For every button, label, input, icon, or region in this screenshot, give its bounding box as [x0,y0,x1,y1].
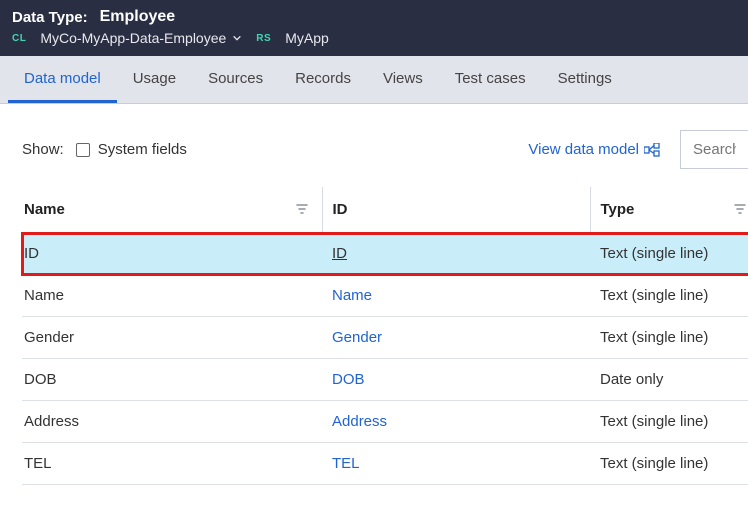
tab-views[interactable]: Views [367,56,439,103]
table-row[interactable]: TEL TEL Text (single line) [22,443,748,485]
system-fields-checkbox[interactable]: System fields [76,141,187,158]
tab-bar: Data modelUsageSourcesRecordsViewsTest c… [0,56,748,104]
checkbox-icon [76,143,90,157]
cell-type: Text (single line) [590,275,748,317]
cell-name: Address [22,401,322,443]
data-type-value: Employee [100,8,176,26]
class-name-dropdown[interactable]: MyCo-MyApp-Data-Employee [40,30,242,46]
show-label: Show: [22,141,64,158]
chevron-down-icon [232,33,242,43]
cell-name: DOB [22,359,322,401]
cell-type: Date only [590,359,748,401]
table-row[interactable]: ID ID Text (single line) [22,233,748,275]
toolbar: Show: System fields View data model [22,130,748,169]
cell-id: TEL [322,443,590,485]
cell-id: ID [322,233,590,275]
cell-type: Text (single line) [590,443,748,485]
cell-id: Address [322,401,590,443]
diagram-icon [644,143,660,157]
class-name-text: MyCo-MyApp-Data-Employee [40,30,226,46]
cell-name: Gender [22,317,322,359]
tab-settings[interactable]: Settings [542,56,628,103]
cell-type: Text (single line) [590,401,748,443]
rs-badge: RS [256,33,271,44]
field-id-link[interactable]: Name [332,287,372,304]
cell-name: ID [22,233,322,275]
filter-icon[interactable] [734,203,746,215]
column-header-id-label: ID [333,201,348,218]
field-id-link[interactable]: ID [332,245,347,262]
cell-type: Text (single line) [590,317,748,359]
cl-badge: CL [12,33,26,44]
cell-id: Name [322,275,590,317]
cell-type: Text (single line) [590,233,748,275]
tab-test-cases[interactable]: Test cases [439,56,542,103]
tab-sources[interactable]: Sources [192,56,279,103]
column-header-name[interactable]: Name [22,187,322,233]
field-id-link[interactable]: TEL [332,455,360,472]
column-header-type[interactable]: Type [590,187,748,233]
field-id-link[interactable]: DOB [332,371,365,388]
ruleset-name: MyApp [285,30,329,46]
tab-data-model[interactable]: Data model [8,56,117,103]
content-area: Show: System fields View data model [0,104,748,485]
fields-table: Name ID Type IDIDText (single line)NameN… [22,187,748,485]
cell-name: TEL [22,443,322,485]
cell-id: DOB [322,359,590,401]
column-header-type-label: Type [601,201,635,218]
view-data-model-link[interactable]: View data model [528,141,660,158]
data-type-label: Data Type: [12,9,88,26]
page-header: Data Type: Employee CL MyCo-MyApp-Data-E… [0,0,748,56]
filter-icon[interactable] [296,203,308,215]
search-input[interactable] [680,130,748,169]
tab-records[interactable]: Records [279,56,367,103]
table-row[interactable]: Gender Gender Text (single line) [22,317,748,359]
tab-usage[interactable]: Usage [117,56,192,103]
field-id-link[interactable]: Gender [332,329,382,346]
system-fields-label: System fields [98,141,187,158]
cell-name: Name [22,275,322,317]
table-row[interactable]: Address Address Text (single line) [22,401,748,443]
cell-id: Gender [322,317,590,359]
column-header-name-label: Name [24,201,65,218]
table-row[interactable]: Name Name Text (single line) [22,275,748,317]
table-row[interactable]: DOB DOB Date only [22,359,748,401]
field-id-link[interactable]: Address [332,413,387,430]
view-data-model-label: View data model [528,141,639,158]
column-header-id[interactable]: ID [322,187,590,233]
